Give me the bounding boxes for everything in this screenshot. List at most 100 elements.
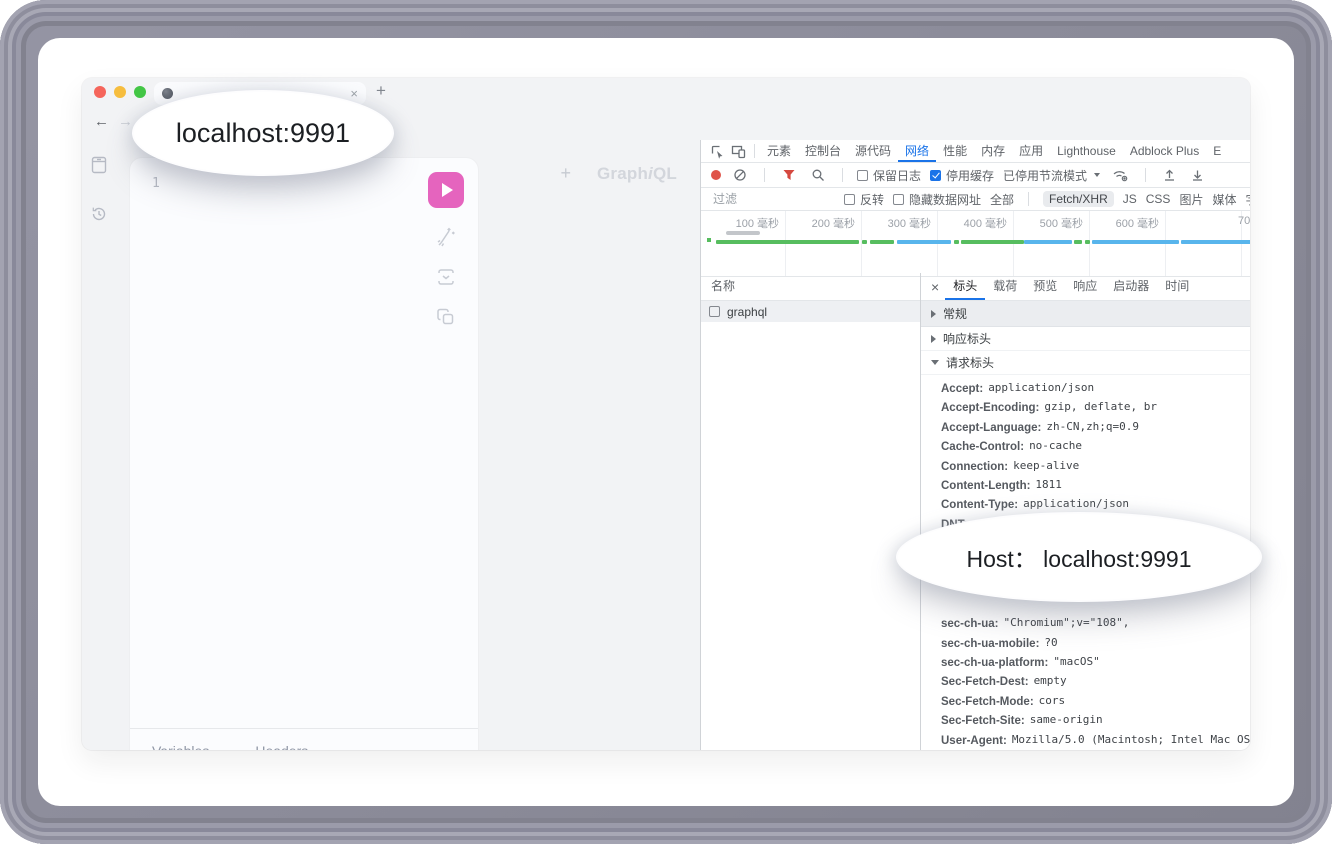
type-filter-js[interactable]: JS [1123, 192, 1137, 206]
docs-icon[interactable] [89, 155, 109, 175]
checkbox-unchecked[interactable] [893, 194, 904, 205]
tab-payload[interactable]: 载荷 [985, 273, 1025, 300]
tab-elements[interactable]: 元素 [760, 140, 798, 162]
timeline-tick: 100 毫秒 [736, 215, 779, 231]
section-request-headers[interactable]: 请求标头 [921, 351, 1250, 375]
type-filter-media[interactable]: 媒体 [1212, 191, 1236, 208]
tab-response[interactable]: 响应 [1065, 273, 1105, 300]
line-number: 1 [152, 176, 160, 191]
request-details-panel: × 标头 载荷 预览 响应 启动器 时间 常规 [921, 273, 1250, 750]
header-row: Content-Length:1811 [921, 476, 1250, 495]
type-filter-font[interactable]: 字体 [1245, 191, 1250, 208]
device-toolbar-icon[interactable] [731, 144, 746, 159]
tab-preview[interactable]: 预览 [1025, 273, 1065, 300]
editor-footer-tabs: Variables Headers [130, 728, 478, 750]
header-row: Content-Type:application/json [921, 495, 1250, 514]
devtools-tabbar: 元素 控制台 源代码 网络 性能 内存 应用 Lighthouse Adbloc… [701, 140, 1250, 163]
browser-content: 1 [82, 140, 1250, 750]
header-row: sec-ch-ua-mobile:?0 [921, 634, 1250, 653]
checkbox-unchecked[interactable] [709, 306, 720, 317]
back-button[interactable]: ← [94, 113, 109, 130]
header-row: User-Agent:Mozilla/5.0 (Macintosh; Intel… [921, 731, 1250, 750]
host-callout-text: Host： localhost:9991 [966, 540, 1191, 574]
record-icon[interactable] [711, 170, 721, 180]
execute-query-button[interactable] [428, 172, 464, 208]
import-har-icon[interactable] [1163, 168, 1176, 182]
tab-application[interactable]: 应用 [1012, 140, 1050, 162]
tab-network[interactable]: 网络 [898, 140, 936, 162]
new-tab-button[interactable]: + [376, 81, 386, 101]
traffic-light-zoom[interactable] [134, 86, 146, 98]
tab-performance[interactable]: 性能 [936, 140, 974, 162]
browser-window: × + ← → 1 [82, 78, 1250, 750]
timeline-tick: 200 毫秒 [812, 215, 855, 231]
tab-clipped[interactable]: E [1206, 140, 1228, 162]
add-session-button[interactable]: + [560, 164, 571, 182]
timeline-tick: 600 毫秒 [1116, 215, 1159, 231]
close-icon[interactable]: × [931, 279, 939, 295]
filter-input[interactable] [711, 191, 835, 207]
traffic-light-minimize[interactable] [114, 86, 126, 98]
network-conditions-icon[interactable] [1112, 168, 1128, 182]
copy-query-icon[interactable] [435, 306, 457, 328]
tab-initiator[interactable]: 启动器 [1105, 273, 1157, 300]
name-column-header[interactable]: 名称 [701, 273, 920, 301]
network-overview-timeline[interactable]: 100 毫秒 200 毫秒 300 毫秒 400 毫秒 500 毫秒 600 毫… [701, 211, 1250, 277]
section-response-headers[interactable]: 响应标头 [921, 327, 1250, 351]
header-row: Sec-Fetch-Dest:empty [921, 672, 1250, 691]
preserve-log-checkbox[interactable]: 保留日志 [857, 167, 921, 184]
network-split-view: 名称 graphql × 标头 载荷 预览 响应 [701, 273, 1250, 750]
query-editor-panel[interactable]: 1 [130, 158, 478, 750]
divider [1145, 168, 1146, 182]
filter-icon[interactable] [782, 168, 796, 182]
inspect-element-icon[interactable] [710, 144, 725, 159]
waterfall-segment [862, 240, 867, 244]
request-row-graphql[interactable]: graphql [701, 301, 920, 322]
request-name: graphql [727, 305, 767, 319]
tab-headers-detail[interactable]: 标头 [945, 273, 985, 300]
divider [842, 168, 843, 182]
invert-label: 反转 [860, 191, 884, 208]
checkbox-checked[interactable] [930, 170, 941, 181]
tab-memory[interactable]: 内存 [974, 140, 1012, 162]
waterfall-segment [897, 240, 951, 244]
checkbox-unchecked[interactable] [857, 170, 868, 181]
prettify-icon[interactable] [435, 226, 457, 248]
tab-timing[interactable]: 时间 [1157, 273, 1197, 300]
timeline-tick: 500 毫秒 [1040, 215, 1083, 231]
checkbox-unchecked[interactable] [844, 194, 855, 205]
history-icon[interactable] [89, 204, 109, 224]
header-row: Accept-Language:zh-CN,zh;q=0.9 [921, 418, 1250, 437]
waterfall-segment [1074, 240, 1082, 244]
traffic-light-close[interactable] [94, 86, 106, 98]
tab-adblock-plus[interactable]: Adblock Plus [1123, 140, 1206, 162]
graphiql-app: 1 [82, 140, 700, 750]
search-icon[interactable] [811, 168, 825, 182]
disable-cache-checkbox[interactable]: 停用缓存 [930, 167, 994, 184]
traffic-lights [94, 86, 146, 98]
tab-lighthouse[interactable]: Lighthouse [1050, 140, 1123, 162]
tab-close-icon[interactable]: × [350, 87, 358, 100]
clear-icon[interactable] [733, 168, 747, 182]
throttling-dropdown[interactable]: 已停用节流模式 [1003, 167, 1100, 184]
waterfall-segment [961, 240, 1024, 244]
hide-data-urls-checkbox[interactable]: 隐藏数据网址 [893, 191, 981, 208]
forward-button[interactable]: → [118, 113, 133, 130]
type-filter-css[interactable]: CSS [1146, 192, 1171, 206]
tab-headers[interactable]: Headers [255, 743, 308, 750]
export-har-icon[interactable] [1191, 168, 1204, 182]
tab-sources[interactable]: 源代码 [848, 140, 898, 162]
type-filter-fetch-xhr[interactable]: Fetch/XHR [1043, 191, 1114, 207]
divider [754, 144, 755, 158]
chevron-down-icon [1094, 173, 1100, 177]
merge-fragments-icon[interactable] [435, 266, 457, 288]
header-row: Accept-Encoding:gzip, deflate, br [921, 398, 1250, 417]
tab-console[interactable]: 控制台 [798, 140, 848, 162]
url-callout-text: localhost:9991 [176, 118, 350, 149]
type-filter-img[interactable]: 图片 [1179, 191, 1203, 208]
invert-checkbox[interactable]: 反转 [844, 191, 884, 208]
details-tabbar: × 标头 载荷 预览 响应 启动器 时间 [921, 273, 1250, 301]
type-filter-all[interactable]: 全部 [990, 191, 1014, 208]
section-general[interactable]: 常规 [921, 301, 1250, 327]
tab-variables[interactable]: Variables [152, 743, 209, 750]
